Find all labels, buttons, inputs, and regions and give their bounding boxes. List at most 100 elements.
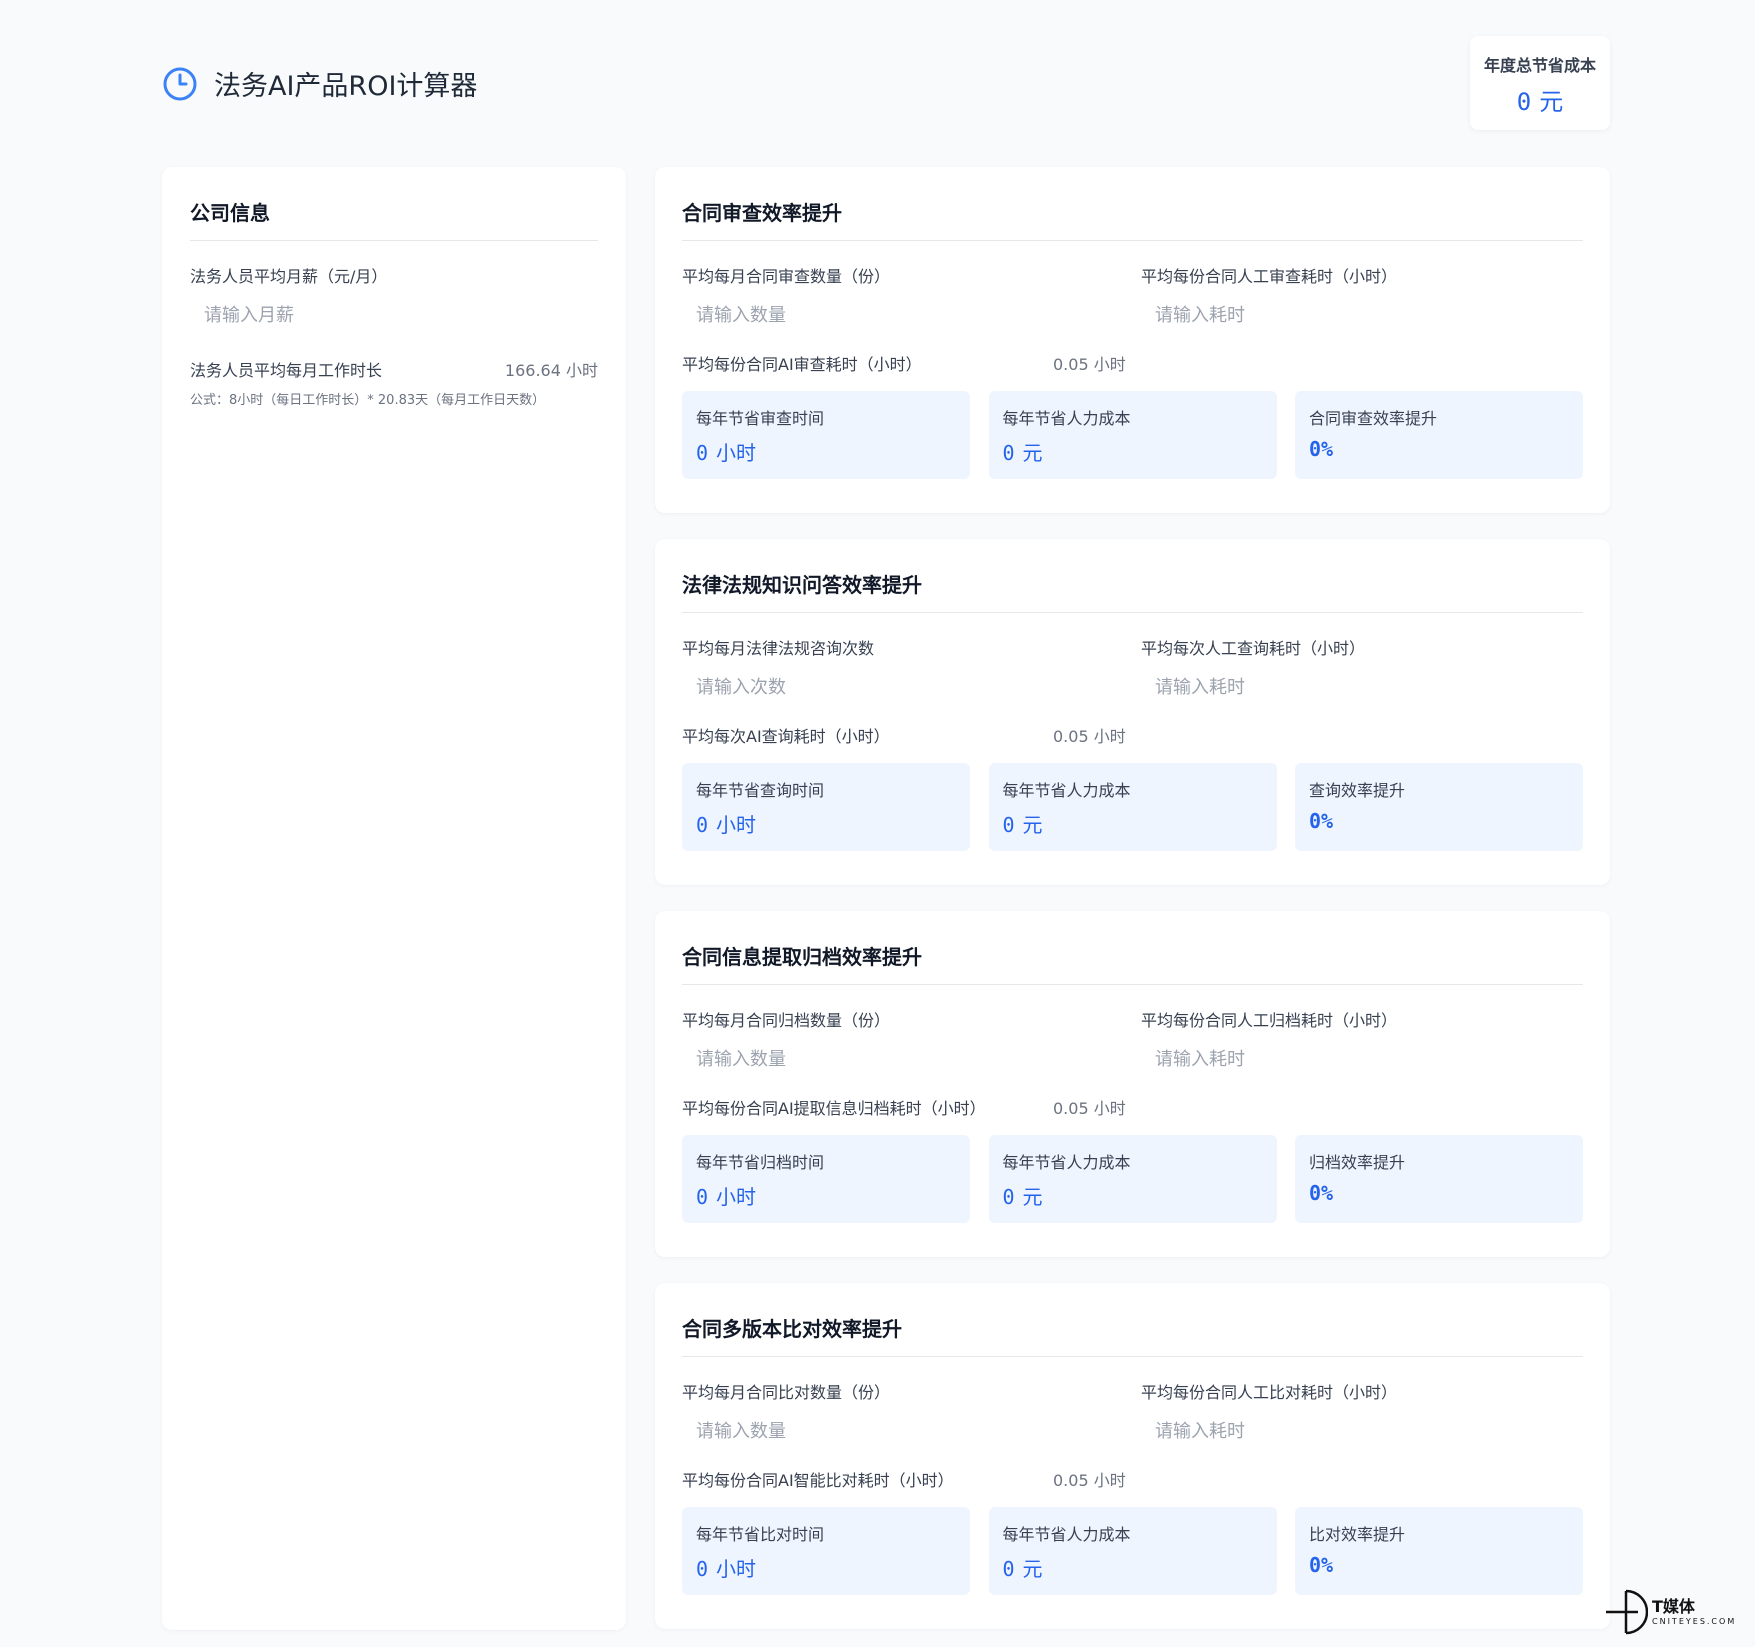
app-title: 法务AI产品ROI计算器 bbox=[162, 64, 477, 103]
saved-cost-number: 0 bbox=[1002, 813, 1015, 837]
contract-archive-section: 合同信息提取归档效率提升 平均每月合同归档数量（份） 平均每份合同人工归档耗时（… bbox=[655, 911, 1610, 1257]
saved-cost-card: 每年节省人力成本 0元 bbox=[988, 1135, 1277, 1223]
saved-time-label: 每年节省审查时间 bbox=[696, 409, 825, 428]
efficiency-card: 查询效率提升 0% bbox=[1295, 763, 1583, 851]
saved-cost-label: 每年节省人力成本 bbox=[1002, 409, 1131, 428]
saved-time-label: 每年节省查询时间 bbox=[696, 781, 825, 800]
saved-time-card: 每年节省归档时间 0 小时 bbox=[682, 1135, 970, 1223]
saved-cost-number: 0 bbox=[1002, 1185, 1015, 1209]
monthly-count-input[interactable] bbox=[682, 667, 1141, 707]
watermark-text: T媒体 bbox=[1652, 1596, 1695, 1616]
saved-cost-unit: 元 bbox=[1022, 1557, 1043, 1581]
manual-time-label: 平均每份合同人工审查耗时（小时） bbox=[1141, 267, 1398, 286]
company-info-panel: 公司信息 法务人员平均月薪（元/月） 法务人员平均每月工作时长 166.64 小… bbox=[162, 167, 626, 1630]
company-info-title: 公司信息 bbox=[190, 197, 598, 241]
efficiency-card: 合同审查效率提升 0% bbox=[1295, 391, 1583, 479]
annual-total-savings-unit: 元 bbox=[1539, 88, 1564, 116]
saved-cost-card: 每年节省人力成本 0元 bbox=[988, 391, 1277, 479]
metrics-row: 每年节省查询时间 0 小时 每年节省人力成本 0元 查询效率提升 0% bbox=[682, 763, 1583, 851]
monthly-count-input[interactable] bbox=[682, 1411, 1141, 1451]
efficiency-card: 归档效率提升 0% bbox=[1295, 1135, 1583, 1223]
monthly-count-label: 平均每月合同比对数量（份） bbox=[682, 1383, 891, 1402]
saved-time-number: 0 bbox=[696, 441, 709, 465]
section-title: 合同多版本比对效率提升 bbox=[682, 1313, 1583, 1357]
ai-time-row: 平均每份合同AI审查耗时（小时） 0.05 小时 bbox=[682, 351, 1583, 375]
monthly-count-input[interactable] bbox=[682, 1039, 1141, 1079]
saved-time-value: 0 小时 bbox=[696, 809, 956, 838]
ai-time-label: 平均每份合同AI审查耗时（小时） bbox=[682, 355, 922, 374]
saved-time-value: 0 小时 bbox=[696, 437, 956, 466]
annual-total-savings-label: 年度总节省成本 bbox=[1483, 56, 1596, 75]
manual-time-label: 平均每份合同人工比对耗时（小时） bbox=[1141, 1383, 1398, 1402]
saved-cost-label: 每年节省人力成本 bbox=[1002, 1525, 1131, 1544]
efficiency-value: 0% bbox=[1309, 1181, 1334, 1205]
saved-cost-unit: 元 bbox=[1022, 441, 1043, 465]
manual-time-input[interactable] bbox=[1141, 667, 1583, 707]
section-title: 合同信息提取归档效率提升 bbox=[682, 941, 1583, 985]
saved-cost-value: 0元 bbox=[1003, 1181, 1263, 1210]
contract-compare-section: 合同多版本比对效率提升 平均每月合同比对数量（份） 平均每份合同人工比对耗时（小… bbox=[655, 1283, 1610, 1629]
manual-time-input[interactable] bbox=[1141, 295, 1583, 335]
monthly-hours-formula: 公式：8小时（每日工作时长）* 20.83天（每月工作日天数） bbox=[190, 393, 546, 408]
efficiency-label: 归档效率提升 bbox=[1309, 1153, 1406, 1172]
saved-cost-value: 0元 bbox=[1003, 809, 1263, 838]
saved-time-value: 0 小时 bbox=[696, 1553, 956, 1582]
page-header: 法务AI产品ROI计算器 年度总节省成本 0元 bbox=[162, 36, 1610, 130]
saved-cost-label: 每年节省人力成本 bbox=[1002, 781, 1131, 800]
ai-time-value: 0.05 小时 bbox=[1053, 727, 1126, 746]
monthly-hours-label: 法务人员平均每月工作时长 bbox=[190, 361, 383, 380]
efficiency-value: 0% bbox=[1309, 1553, 1334, 1577]
efficiency-label: 比对效率提升 bbox=[1309, 1525, 1406, 1544]
annual-total-savings-number: 0 bbox=[1516, 88, 1532, 116]
monthly-count-label: 平均每月合同归档数量（份） bbox=[682, 1011, 891, 1030]
section-title: 合同审查效率提升 bbox=[682, 197, 1583, 241]
monthly-hours-row: 法务人员平均每月工作时长 166.64 小时 bbox=[190, 357, 598, 381]
metrics-row: 每年节省归档时间 0 小时 每年节省人力成本 0元 归档效率提升 0% bbox=[682, 1135, 1583, 1223]
manual-time-input[interactable] bbox=[1141, 1411, 1583, 1451]
saved-cost-unit: 元 bbox=[1022, 1185, 1043, 1209]
saved-cost-unit: 元 bbox=[1022, 813, 1043, 837]
ai-time-label: 平均每份合同AI提取信息归档耗时（小时） bbox=[682, 1099, 986, 1118]
monthly-count-input[interactable] bbox=[682, 295, 1141, 335]
saved-time-value: 0 小时 bbox=[696, 1181, 956, 1210]
saved-time-label: 每年节省归档时间 bbox=[696, 1153, 825, 1172]
saved-time-unit: 小时 bbox=[716, 441, 757, 465]
app-title-text: 法务AI产品ROI计算器 bbox=[214, 71, 478, 102]
ai-time-value: 0.05 小时 bbox=[1053, 1471, 1126, 1490]
saved-time-card: 每年节省审查时间 0 小时 bbox=[682, 391, 970, 479]
saved-cost-label: 每年节省人力成本 bbox=[1002, 1153, 1131, 1172]
metrics-row: 每年节省审查时间 0 小时 每年节省人力成本 0元 合同审查效率提升 0% bbox=[682, 391, 1583, 479]
saved-time-card: 每年节省查询时间 0 小时 bbox=[682, 763, 970, 851]
annual-total-savings-card: 年度总节省成本 0元 bbox=[1470, 36, 1610, 130]
monthly-hours-value: 166.64 小时 bbox=[504, 361, 598, 380]
saved-cost-value: 0元 bbox=[1003, 437, 1263, 466]
saved-time-card: 每年节省比对时间 0 小时 bbox=[682, 1507, 970, 1595]
ai-time-label: 平均每次AI查询耗时（小时） bbox=[682, 727, 890, 746]
efficiency-label: 查询效率提升 bbox=[1309, 781, 1406, 800]
monthly-count-label: 平均每月合同审查数量（份） bbox=[682, 267, 891, 286]
efficiency-value: 0% bbox=[1309, 809, 1334, 833]
watermark-logo: T媒体 CNITEYES.COM bbox=[1604, 1586, 1744, 1638]
ai-time-label: 平均每份合同AI智能比对耗时（小时） bbox=[682, 1471, 954, 1490]
ai-time-value: 0.05 小时 bbox=[1053, 1099, 1126, 1118]
saved-cost-number: 0 bbox=[1002, 1557, 1015, 1581]
salary-input[interactable] bbox=[190, 295, 598, 335]
efficiency-label: 合同审查效率提升 bbox=[1309, 409, 1438, 428]
ai-time-value: 0.05 小时 bbox=[1053, 355, 1126, 374]
saved-cost-number: 0 bbox=[1002, 441, 1015, 465]
manual-time-input[interactable] bbox=[1141, 1039, 1583, 1079]
annual-total-savings-value: 0元 bbox=[1470, 82, 1610, 117]
saved-time-label: 每年节省比对时间 bbox=[696, 1525, 825, 1544]
efficiency-card: 比对效率提升 0% bbox=[1295, 1507, 1583, 1595]
saved-time-unit: 小时 bbox=[716, 1185, 757, 1209]
ai-time-row: 平均每次AI查询耗时（小时） 0.05 小时 bbox=[682, 723, 1583, 747]
ai-time-row: 平均每份合同AI智能比对耗时（小时） 0.05 小时 bbox=[682, 1467, 1583, 1491]
ai-time-row: 平均每份合同AI提取信息归档耗时（小时） 0.05 小时 bbox=[682, 1095, 1583, 1119]
manual-time-label: 平均每份合同人工归档耗时（小时） bbox=[1141, 1011, 1398, 1030]
saved-time-number: 0 bbox=[696, 1185, 709, 1209]
saved-time-unit: 小时 bbox=[716, 1557, 757, 1581]
watermark-mark-icon bbox=[1606, 1589, 1648, 1635]
efficiency-value: 0% bbox=[1309, 437, 1334, 461]
monthly-count-label: 平均每月法律法规咨询次数 bbox=[682, 639, 875, 658]
salary-label: 法务人员平均月薪（元/月） bbox=[190, 267, 388, 286]
